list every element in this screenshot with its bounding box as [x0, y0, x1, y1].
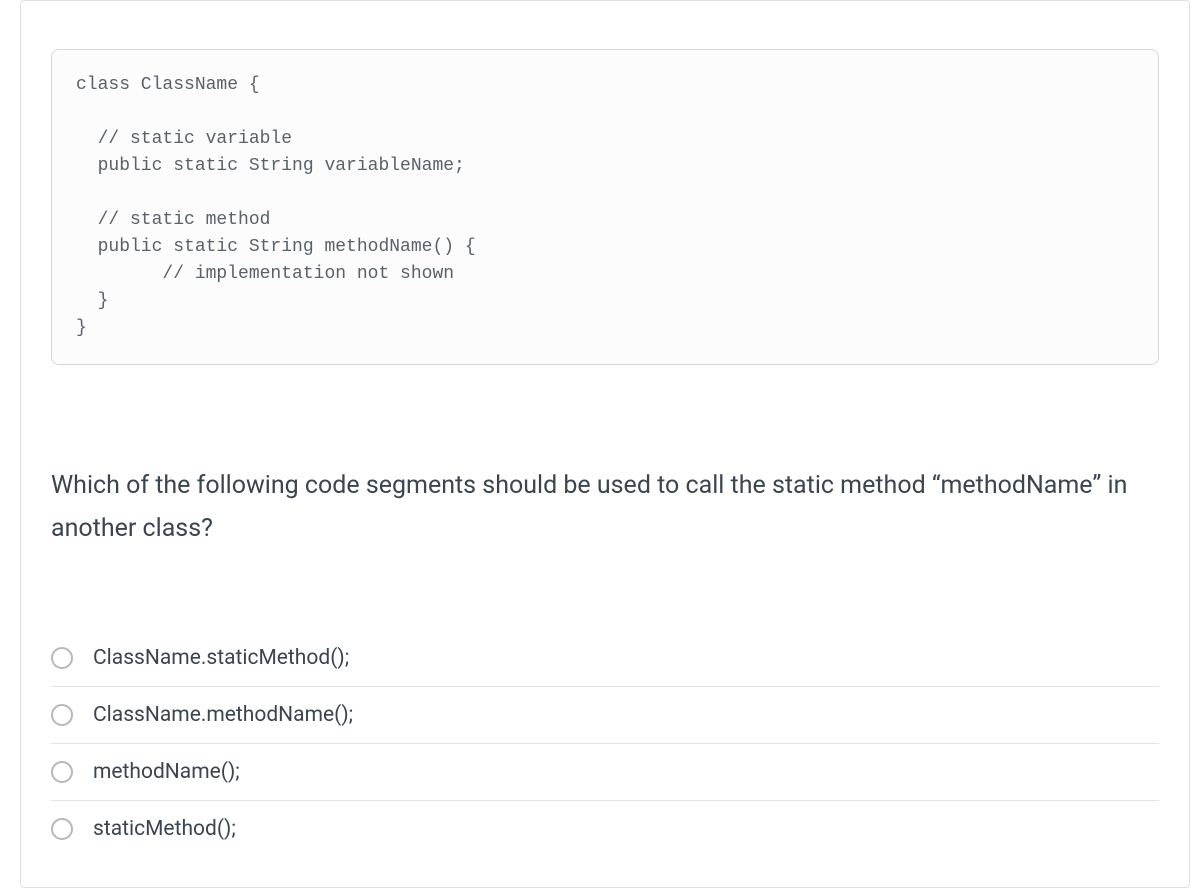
option-label[interactable]: ClassName.methodName(); — [93, 703, 353, 727]
option-row[interactable]: methodName(); — [51, 744, 1159, 801]
option-row[interactable]: ClassName.methodName(); — [51, 687, 1159, 744]
question-card: class ClassName { // static variable pub… — [20, 0, 1190, 888]
radio-icon[interactable] — [51, 704, 73, 726]
option-row[interactable]: ClassName.staticMethod(); — [51, 630, 1159, 687]
radio-icon[interactable] — [51, 647, 73, 669]
option-label[interactable]: staticMethod(); — [93, 817, 236, 841]
options-list: ClassName.staticMethod(); ClassName.meth… — [51, 630, 1159, 857]
radio-icon[interactable] — [51, 761, 73, 783]
option-label[interactable]: ClassName.staticMethod(); — [93, 646, 349, 670]
radio-icon[interactable] — [51, 818, 73, 840]
option-label[interactable]: methodName(); — [93, 760, 240, 784]
code-block: class ClassName { // static variable pub… — [51, 49, 1159, 365]
option-row[interactable]: staticMethod(); — [51, 801, 1159, 857]
question-prompt: Which of the following code segments sho… — [51, 465, 1159, 550]
